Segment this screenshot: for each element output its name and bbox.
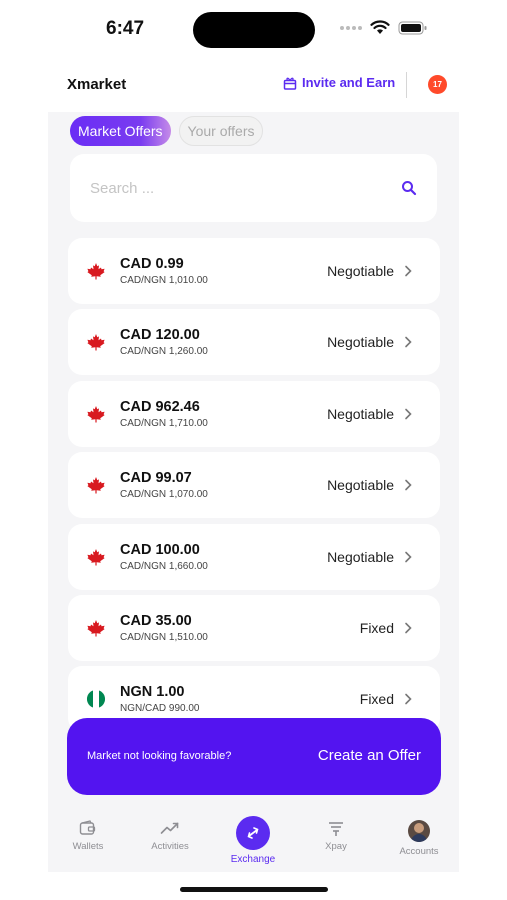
dynamic-island [193,12,315,48]
tab-your-offers[interactable]: Your offers [178,116,264,146]
canada-flag-icon [87,619,105,637]
bottom-tab-bar: Wallets Activities Exchange Xpay Account… [48,812,459,872]
offer-rate: CAD/NGN 1,710.00 [120,417,208,429]
tab-market-offers[interactable]: Market Offers [70,116,171,146]
tab-wallets[interactable]: Wallets [53,820,123,852]
app-header: Xmarket Invite and Earn 17 [0,62,507,106]
create-offer-button[interactable]: Create an Offer [318,747,421,764]
offer-amount: NGN 1.00 [120,684,185,701]
tab-label: Exchange [230,854,276,865]
offer-type: Negotiable [327,405,394,422]
header-divider [406,72,407,98]
create-offer-banner[interactable]: Market not looking favorable? Create an … [67,718,441,795]
offer-amount: CAD 100.00 [120,541,200,558]
offer-list: CAD 0.99 CAD/NGN 1,010.00 Negotiable CAD… [68,238,440,738]
chevron-right-icon [405,265,412,277]
search-input[interactable] [90,179,401,197]
app-title: Xmarket [67,76,127,93]
chevron-right-icon [405,622,412,634]
battery-icon [398,21,427,34]
status-bar: 6:47 [0,0,507,60]
chevron-right-icon [405,694,412,705]
offer-rate: CAD/NGN 1,010.00 [120,275,208,286]
exchange-icon [236,816,270,850]
offer-type: Negotiable [327,263,394,279]
chevron-right-icon [405,408,412,420]
offer-row[interactable]: CAD 120.00 CAD/NGN 1,260.00 Negotiable [68,309,440,376]
canada-flag-icon [87,263,105,280]
tab-label: Accounts [399,846,439,857]
tab-activities[interactable]: Activities [135,820,205,852]
chevron-right-icon [405,479,412,491]
status-icons [340,20,428,35]
search-bar [70,154,437,222]
wifi-icon [370,20,390,34]
offer-amount: CAD 962.46 [120,398,200,415]
offer-amount: CAD 120.00 [120,327,200,344]
wallet-icon [79,820,96,835]
xpay-icon [329,822,343,836]
tab-exchange[interactable]: Exchange [218,816,288,865]
tab-xpay[interactable]: Xpay [301,820,371,852]
tab-label: Activities [151,841,189,852]
offer-row[interactable]: CAD 0.99 CAD/NGN 1,010.00 Negotiable [68,238,440,304]
canada-flag-icon [87,477,105,494]
offer-type: Fixed [359,691,394,708]
offer-row[interactable]: CAD 962.46 CAD/NGN 1,710.00 Negotiable [68,380,440,447]
offer-type: Fixed [359,619,394,636]
home-indicator [180,887,328,892]
offer-row[interactable]: CAD 100.00 CAD/NGN 1,660.00 Negotiable [68,523,440,590]
invite-and-earn-button[interactable]: Invite and Earn [283,75,395,90]
canada-flag-icon [87,405,105,423]
offer-amount: CAD 35.00 [120,612,192,629]
invite-label: Invite and Earn [302,75,396,90]
avatar [408,820,430,842]
tab-accounts[interactable]: Accounts [384,820,454,857]
activity-icon [160,822,179,834]
search-icon[interactable] [401,180,417,196]
notification-badge[interactable]: 17 [428,75,447,94]
offer-rate: CAD/NGN 1,070.00 [120,489,208,501]
offer-rate: CAD/NGN 1,660.00 [120,560,208,572]
offer-tabs: Market Offers Your offers [70,116,264,146]
tab-label: Wallets [72,841,104,852]
status-time: 6:47 [106,18,145,39]
offer-amount: CAD 99.07 [120,470,192,487]
canada-flag-icon [87,548,105,566]
tab-label: Xpay [325,841,347,852]
offer-rate: NGN/CAD 990.00 [120,703,200,715]
offer-rate: CAD/NGN 1,510.00 [120,631,208,643]
canada-flag-icon [87,334,105,351]
nigeria-flag-icon [86,690,106,709]
offer-row[interactable]: CAD 35.00 CAD/NGN 1,510.00 Fixed [68,594,440,661]
chevron-right-icon [405,337,412,348]
chevron-right-icon [405,551,412,562]
offer-row[interactable]: CAD 99.07 CAD/NGN 1,070.00 Negotiable [68,452,440,519]
offer-rate: CAD/NGN 1,260.00 [120,346,208,358]
cta-message: Market not looking favorable? [87,750,232,762]
offer-type: Negotiable [327,548,394,565]
signal-icon [340,25,362,30]
offer-type: Negotiable [327,477,394,494]
gift-icon [283,77,297,90]
main-content: Market Offers Your offers CAD 0.99 CAD/N… [48,112,459,812]
offer-amount: CAD 0.99 [120,256,184,272]
offer-type: Negotiable [327,334,394,351]
